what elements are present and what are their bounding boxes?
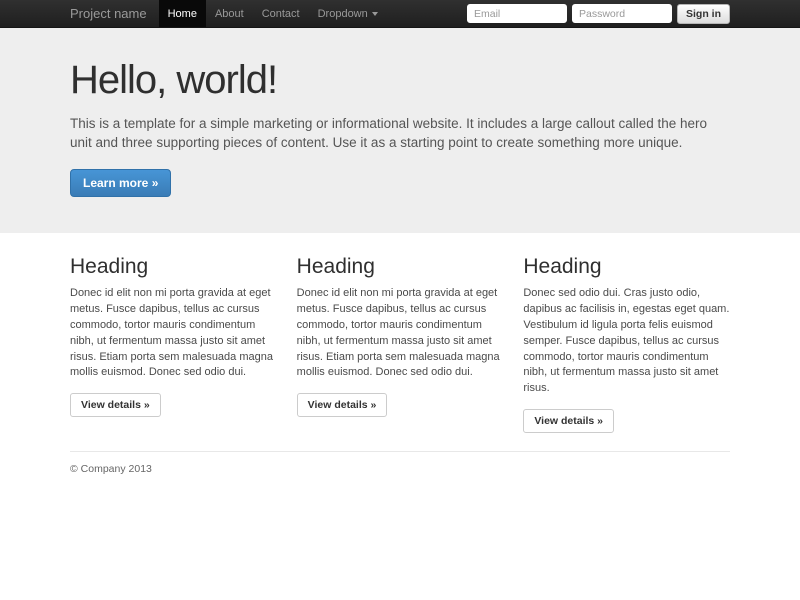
view-details-button-3[interactable]: View details »	[523, 409, 614, 433]
copyright-text: © Company 2013	[70, 463, 730, 475]
view-details-button-2[interactable]: View details »	[297, 393, 388, 417]
password-field[interactable]	[572, 4, 672, 23]
hero-text: This is a template for a simple marketin…	[70, 115, 730, 153]
column-heading: Heading	[70, 255, 277, 279]
learn-more-button[interactable]: Learn more »	[70, 169, 171, 197]
column-heading: Heading	[523, 255, 730, 279]
column-text: Donec sed odio dui. Cras justo odio, dap…	[523, 286, 730, 398]
hero-unit: Hello, world! This is a template for a s…	[0, 28, 800, 233]
nav-item-dropdown-label: Dropdown	[318, 8, 368, 20]
navbar: Project name Home About Contact Dropdown…	[0, 0, 800, 28]
nav-item-home[interactable]: Home	[159, 0, 206, 27]
view-details-button-1[interactable]: View details »	[70, 393, 161, 417]
email-field[interactable]	[467, 4, 567, 23]
nav-item-about[interactable]: About	[206, 0, 253, 27]
brand-link[interactable]: Project name	[70, 0, 147, 27]
content-area: Heading Donec id elit non mi porta gravi…	[70, 255, 730, 476]
column-text: Donec id elit non mi porta gravida at eg…	[70, 286, 277, 382]
content-column-3: Heading Donec sed odio dui. Cras justo o…	[523, 255, 730, 434]
signin-form: Sign in	[467, 0, 730, 27]
nav-links: Home About Contact Dropdown	[159, 0, 387, 27]
content-column-1: Heading Donec id elit non mi porta gravi…	[70, 255, 277, 434]
footer-divider	[70, 451, 730, 452]
caret-down-icon	[372, 12, 378, 16]
sign-in-button[interactable]: Sign in	[677, 4, 730, 24]
footer: © Company 2013	[70, 451, 730, 475]
hero-title: Hello, world!	[70, 58, 730, 103]
nav-item-dropdown[interactable]: Dropdown	[309, 0, 387, 27]
column-heading: Heading	[297, 255, 504, 279]
nav-item-contact[interactable]: Contact	[253, 0, 309, 27]
column-text: Donec id elit non mi porta gravida at eg…	[297, 286, 504, 382]
content-column-2: Heading Donec id elit non mi porta gravi…	[297, 255, 504, 434]
